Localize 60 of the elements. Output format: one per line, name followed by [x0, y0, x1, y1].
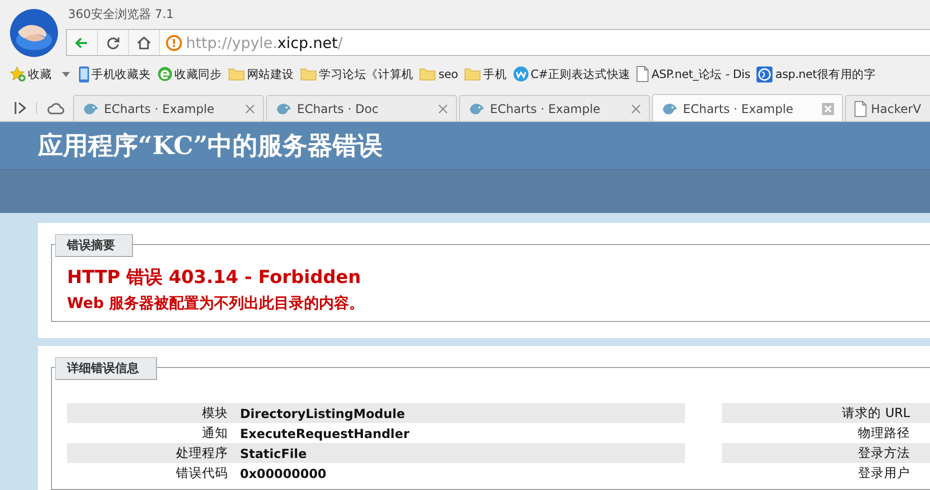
field-label: 通知	[201, 424, 229, 442]
folder-icon	[464, 67, 481, 81]
browser-tab[interactable]: ECharts · Example	[73, 95, 264, 121]
field-value: StaticFile	[240, 446, 307, 460]
bird-icon	[82, 101, 100, 117]
field-value: ExecuteRequestHandler	[240, 426, 410, 440]
url-field[interactable]: http://ypyle.xicp.net/	[186, 34, 343, 52]
bookmark-link[interactable]: seo	[438, 67, 458, 81]
app-logo-icon	[756, 66, 774, 82]
bookmark-link[interactable]: 收藏同步	[174, 66, 222, 82]
bird-icon	[468, 101, 486, 117]
bookmark-link[interactable]: C#正则表达式快速	[530, 66, 630, 82]
close-icon	[822, 102, 834, 114]
page-icon	[636, 66, 650, 82]
folder-icon	[300, 67, 318, 81]
reload-icon	[105, 34, 121, 50]
home-button[interactable]	[129, 30, 160, 55]
field-label: 登录用户	[857, 464, 911, 482]
bookmark-link[interactable]: asp.net很有用的字	[775, 66, 876, 82]
home-icon	[136, 34, 152, 50]
page-title: 应用程序“KC”中的服务器错误	[38, 130, 383, 162]
bookmark-link[interactable]: 学习论坛《计算机	[319, 66, 414, 82]
phone-icon	[78, 66, 90, 82]
cloud-icon	[47, 101, 65, 115]
browser-tab[interactable]: ECharts · Example	[652, 94, 843, 121]
bookmark-link[interactable]: 网站建设	[246, 66, 294, 82]
field-label: 错误代码	[175, 464, 229, 482]
logo-icon	[9, 8, 59, 58]
browser-tab[interactable]: ECharts · Example	[459, 95, 650, 121]
e-logo-icon	[156, 66, 173, 82]
folder-icon	[419, 67, 436, 81]
bookmark-link[interactable]: 手机	[482, 66, 507, 82]
close-icon	[245, 104, 255, 114]
field-value: 0x00000000	[240, 466, 326, 480]
field-label: 模块	[201, 404, 229, 422]
page-icon	[854, 101, 867, 117]
error-heading: HTTP 错误 403.14 - Forbidden	[67, 266, 362, 289]
bird-icon	[275, 101, 293, 117]
sidebar-toggle-icon	[14, 101, 26, 115]
bookmark-link[interactable]: 手机收藏夹	[92, 66, 151, 82]
field-label: 登录方法	[857, 444, 911, 462]
star-plus-icon	[10, 66, 26, 82]
bookmark-link[interactable]: ASP.net_论坛 - Dis	[651, 66, 750, 82]
bookmark-link[interactable]: 收藏	[28, 66, 52, 82]
browser-tab[interactable]: HackerV	[845, 95, 930, 121]
section-legend: 详细错误信息	[55, 357, 157, 380]
section-legend: 错误摘要	[55, 234, 133, 257]
warning-icon	[166, 34, 182, 50]
field-label: 请求的 URL	[841, 404, 911, 422]
field-label: 物理路径	[857, 424, 911, 442]
browser-tab[interactable]: ECharts · Doc	[266, 95, 457, 121]
field-label: 处理程序	[175, 444, 229, 462]
close-icon	[631, 104, 641, 114]
close-icon	[438, 104, 448, 114]
error-message: Web 服务器被配置为不列出此目录的内容。	[67, 294, 366, 313]
field-value: DirectoryListingModule	[240, 406, 406, 420]
folder-icon	[228, 67, 245, 81]
window-title: 360安全浏览器 7.1	[68, 6, 174, 23]
reload-button[interactable]	[98, 30, 129, 55]
w-logo-icon	[512, 66, 529, 82]
